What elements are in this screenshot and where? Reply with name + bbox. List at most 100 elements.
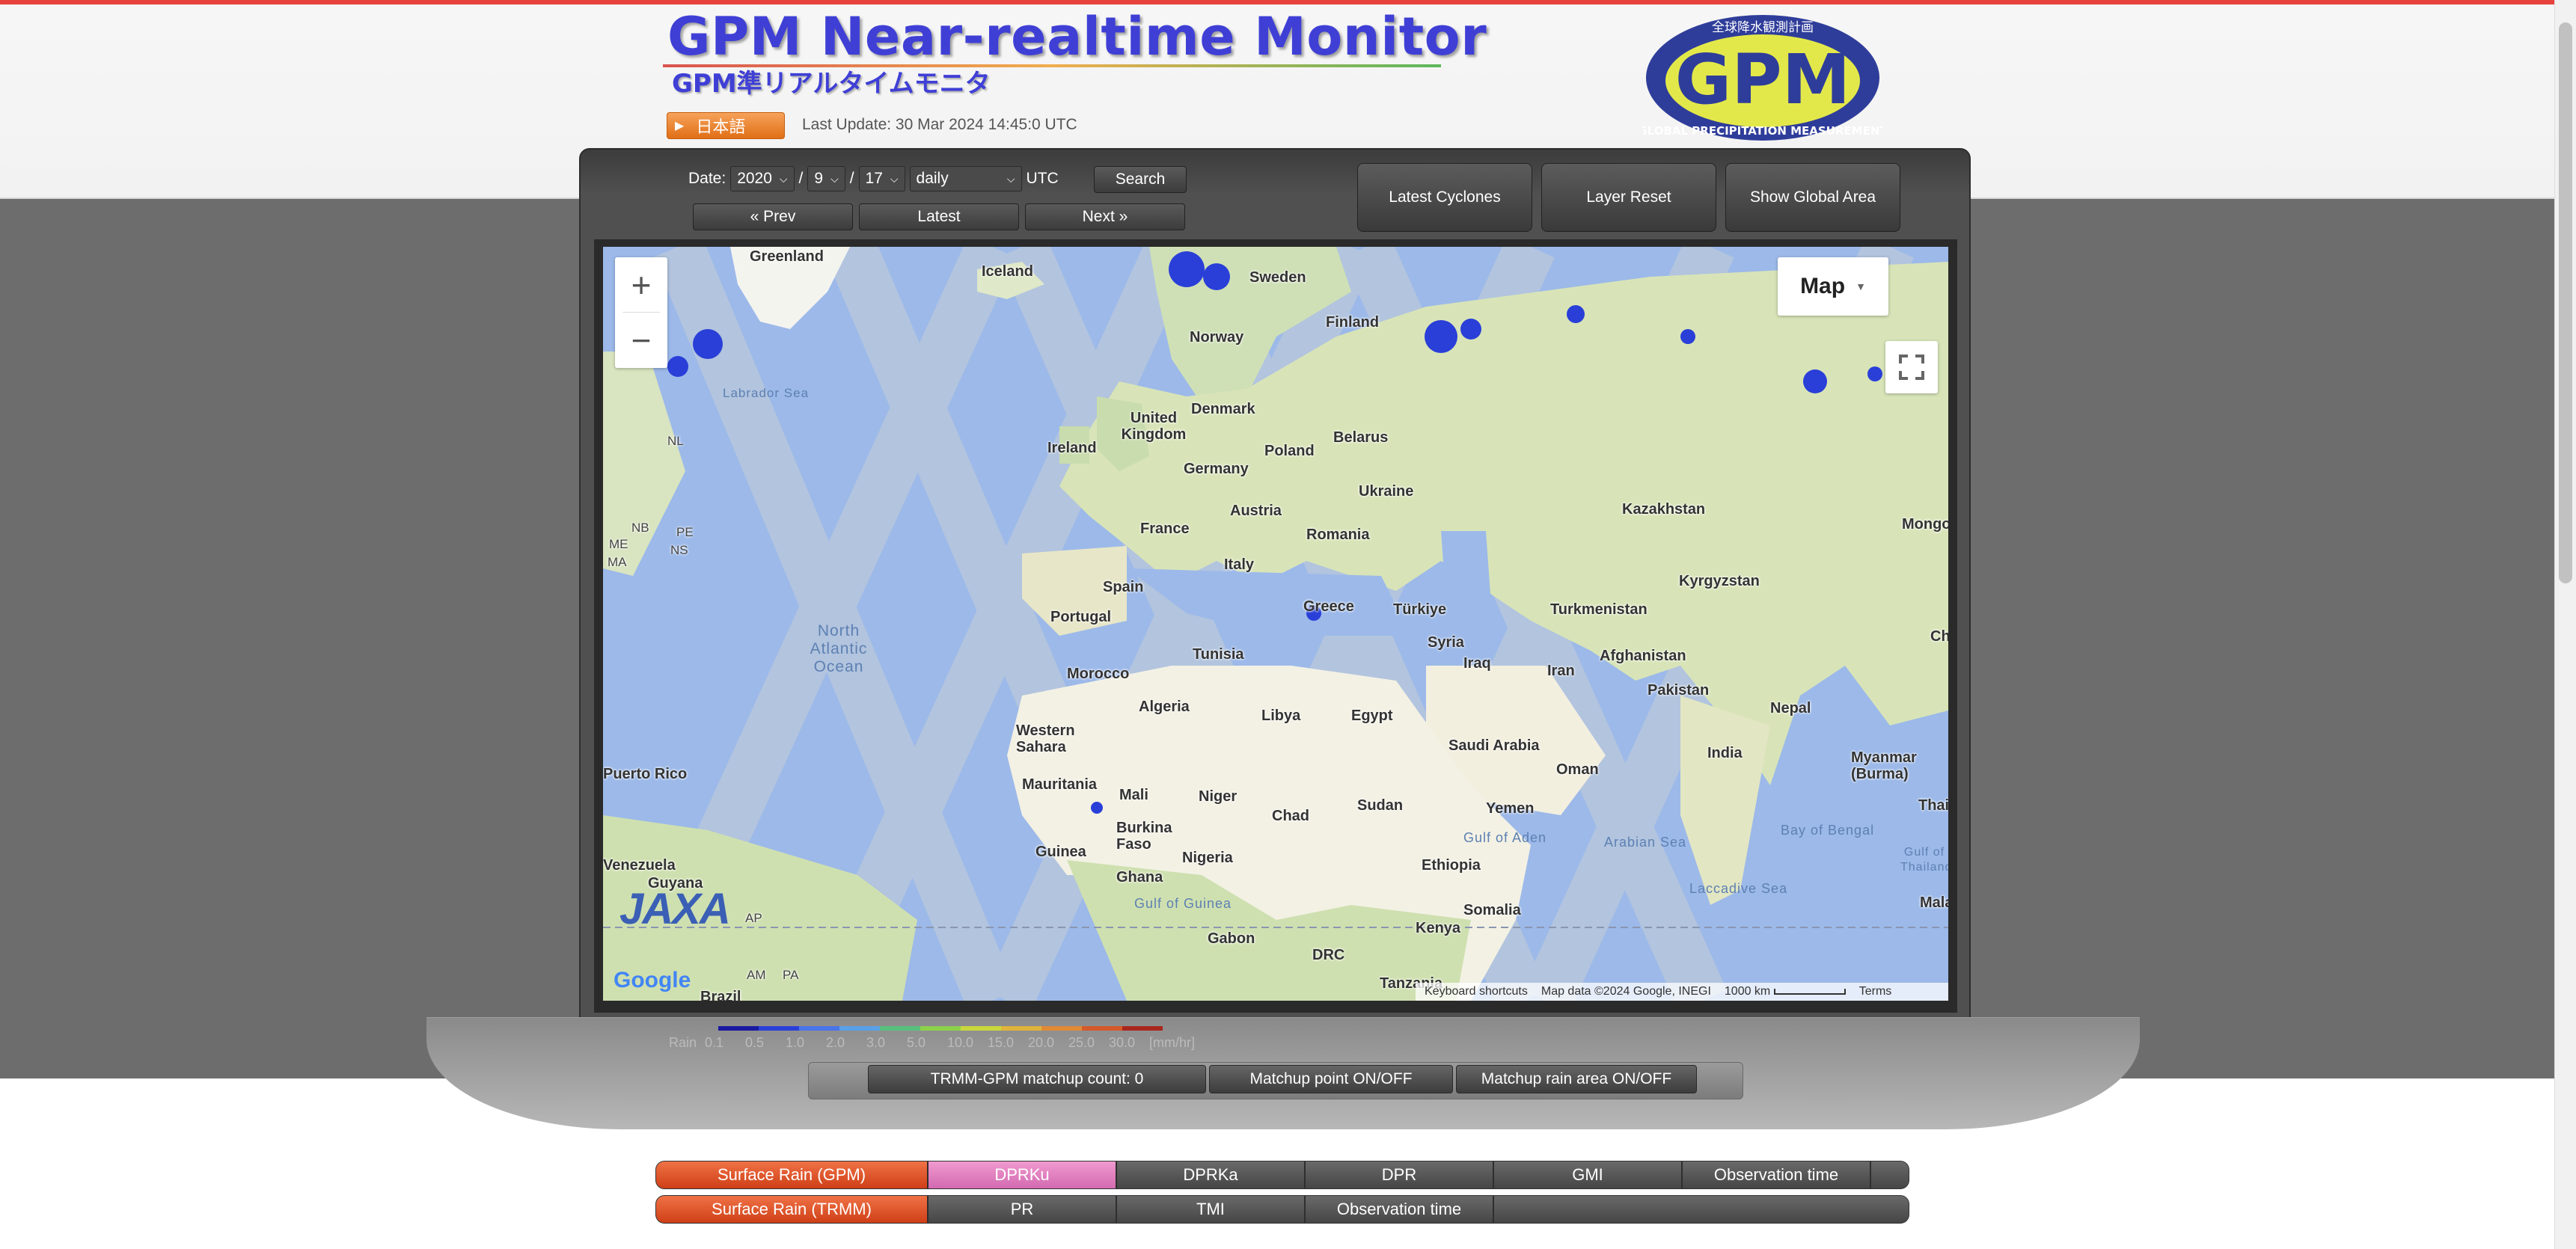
prev-button[interactable]: « Prev: [693, 203, 853, 230]
map-label: Ghana: [1116, 869, 1163, 886]
chevron-down-icon: ⌵: [830, 172, 839, 185]
legend-swatch: [1082, 1026, 1122, 1031]
legend-tick: 2.0: [826, 1035, 845, 1050]
map-label: Poland: [1264, 443, 1315, 459]
matchup-count: TRMM-GPM matchup count: 0: [868, 1065, 1206, 1093]
legend-swatch: [759, 1026, 799, 1031]
period-select[interactable]: daily ⌵: [909, 166, 1022, 191]
map-label: Finland: [1326, 314, 1380, 331]
date-separator: /: [849, 170, 854, 187]
map-label: Bay of Bengal: [1781, 823, 1875, 838]
map-label: Afghanistan: [1600, 648, 1686, 664]
tab-pr[interactable]: PR: [928, 1196, 1117, 1223]
map-label: Venezuela: [603, 857, 676, 874]
show-global-area-button[interactable]: Show Global Area: [1725, 163, 1900, 232]
jaxa-logo: JAXA: [619, 885, 731, 933]
map-label: Germany: [1184, 461, 1249, 477]
zoom-out-button[interactable]: −: [615, 313, 667, 368]
matchup-point-toggle[interactable]: Matchup point ON/OFF: [1209, 1065, 1453, 1093]
map-label: Chin: [1930, 628, 1948, 645]
year-select[interactable]: 2020 ⌵: [730, 166, 795, 191]
map-label: Brazil: [700, 989, 741, 1001]
map-label: Saudi Arabia: [1448, 737, 1540, 754]
map-label: Syria: [1428, 634, 1464, 651]
map-label: Turkmenistan: [1550, 601, 1648, 618]
tab-gpm-observation-time[interactable]: Observation time: [1683, 1161, 1871, 1188]
keyboard-shortcuts-link[interactable]: Keyboard shortcuts: [1425, 985, 1528, 998]
map-label: Denmark: [1191, 401, 1255, 417]
tab-trmm-observation-time[interactable]: Observation time: [1306, 1196, 1494, 1223]
trmm-layer-tabs: Surface Rain (TRMM) PR TMI Observation t…: [655, 1195, 1909, 1224]
map-label: Romania: [1306, 527, 1370, 543]
fullscreen-button[interactable]: [1885, 341, 1938, 393]
map-label: Labrador Sea: [723, 386, 810, 400]
map-label: PE: [676, 525, 694, 539]
map-label: NS: [670, 543, 688, 557]
map-label: Chad: [1272, 808, 1309, 824]
tab-spacer: [1494, 1196, 1909, 1223]
legend-swatch: [1001, 1026, 1041, 1031]
tab-dprku[interactable]: DPRKu: [928, 1161, 1117, 1188]
tab-dprka[interactable]: DPRKa: [1117, 1161, 1306, 1188]
map-label: ME: [609, 537, 628, 551]
latest-button[interactable]: Latest: [859, 203, 1019, 230]
layer-reset-button[interactable]: Layer Reset: [1541, 163, 1716, 232]
legend-color-bar: [718, 1026, 1163, 1031]
legend-unit: [mm/hr]: [1149, 1035, 1195, 1050]
tab-surface-rain-trmm[interactable]: Surface Rain (TRMM): [656, 1196, 928, 1223]
map-label: Kyrgyzstan: [1679, 573, 1760, 589]
next-button[interactable]: Next »: [1025, 203, 1185, 230]
map-label: Egypt: [1351, 708, 1393, 724]
terms-link[interactable]: Terms: [1859, 985, 1892, 998]
tab-gmi[interactable]: GMI: [1494, 1161, 1683, 1188]
map-label: Puerto Rico: [603, 766, 688, 782]
logo-wordmark: GPM: [1675, 40, 1851, 120]
zoom-in-button[interactable]: +: [615, 257, 667, 313]
matchup-rain-area-toggle[interactable]: Matchup rain area ON/OFF: [1456, 1065, 1697, 1093]
chevron-down-icon: ⌵: [1006, 172, 1015, 185]
map-label: Arabian Sea: [1604, 835, 1687, 850]
legend-swatch: [1041, 1026, 1082, 1031]
map-label: United Kingdom: [1121, 410, 1187, 443]
map-label: Iceland: [982, 263, 1033, 280]
fullscreen-icon: [1899, 355, 1924, 380]
tab-surface-rain-gpm[interactable]: Surface Rain (GPM): [656, 1161, 928, 1188]
tab-dpr[interactable]: DPR: [1306, 1161, 1494, 1188]
google-logo-text: Google: [614, 968, 691, 992]
japanese-language-button[interactable]: ▶ 日本語: [667, 112, 785, 139]
map-label: Mongo: [1902, 516, 1948, 533]
map-label: Sudan: [1357, 797, 1404, 814]
legend-tick: 25.0: [1068, 1035, 1095, 1050]
map-container: Greenland Iceland Sweden Finland Norway …: [594, 239, 1957, 1013]
chevron-down-icon: ⌵: [890, 172, 899, 185]
map-label: Mauritania: [1022, 776, 1098, 793]
legend-tick: 0.1: [705, 1035, 724, 1050]
map-label: Morocco: [1067, 666, 1130, 682]
month-value: 9: [814, 170, 824, 187]
map-label: Gulf of Guinea: [1134, 896, 1232, 911]
latest-cyclones-button[interactable]: Latest Cyclones: [1357, 163, 1532, 232]
map-label: Kenya: [1416, 920, 1461, 936]
rain-map[interactable]: Greenland Iceland Sweden Finland Norway …: [603, 247, 1948, 1001]
map-label: Sweden: [1249, 269, 1306, 286]
logo-ring-bottom: GLOBAL PRECIPITATION MEASUREMENT: [1643, 124, 1882, 138]
scrollbar-thumb[interactable]: [2559, 22, 2572, 583]
search-button[interactable]: Search: [1094, 166, 1187, 193]
period-value: daily: [916, 170, 949, 187]
day-select[interactable]: 17 ⌵: [858, 166, 905, 191]
map-label: Portugal: [1050, 609, 1112, 625]
month-select[interactable]: 9 ⌵: [807, 166, 845, 191]
map-label: Gulf of Thailand: [1900, 846, 1948, 874]
date-selector-row: Date: 2020 ⌵ / 9 ⌵ / 17 ⌵ daily ⌵ UTC: [688, 166, 1059, 191]
legend-swatch: [920, 1026, 961, 1031]
map-label: Belarus: [1333, 429, 1389, 446]
map-label: India: [1707, 745, 1743, 761]
map-label: Ukraine: [1359, 483, 1414, 500]
tab-tmi[interactable]: TMI: [1117, 1196, 1306, 1223]
legend-tick: 3.0: [866, 1035, 886, 1050]
map-type-button[interactable]: Map ▼: [1778, 257, 1888, 316]
scale-bar[interactable]: 1000 km: [1725, 985, 1846, 998]
map-label: Ethiopia: [1422, 857, 1481, 874]
map-label: Mali: [1119, 787, 1148, 803]
map-label: Myanmar (Burma): [1851, 749, 1917, 782]
